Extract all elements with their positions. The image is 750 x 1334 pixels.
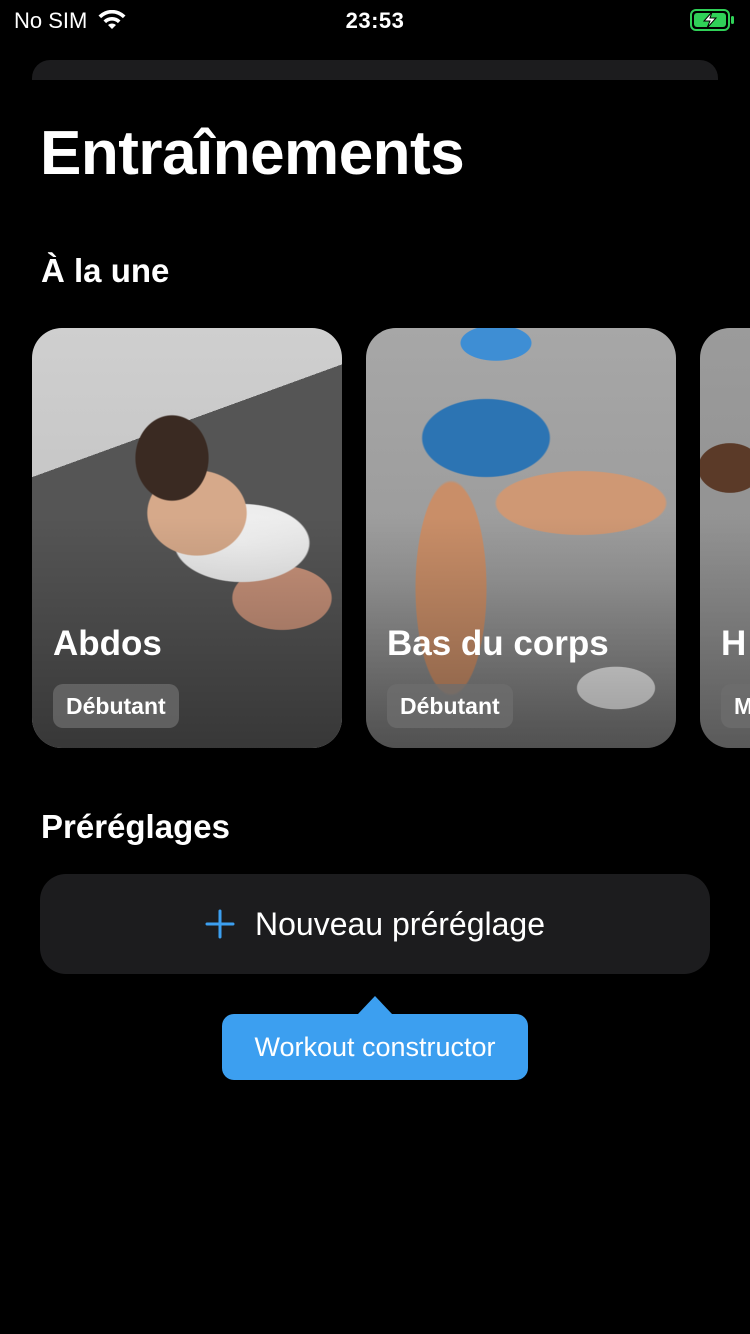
- featured-carousel[interactable]: Abdos Débutant Bas du corps Débutant H M: [0, 328, 750, 748]
- workout-card-lower-body[interactable]: Bas du corps Débutant: [366, 328, 676, 748]
- status-bar: No SIM 23:53: [0, 0, 750, 40]
- plus-icon: [205, 909, 235, 939]
- sheet-top-edge: [32, 60, 718, 80]
- level-badge: Débutant: [53, 684, 179, 728]
- workout-constructor-tooltip[interactable]: Workout constructor: [222, 1014, 528, 1080]
- featured-section-title: À la une: [41, 252, 170, 289]
- workout-card-abs[interactable]: Abdos Débutant: [32, 328, 342, 748]
- level-badge: M: [721, 684, 750, 728]
- new-preset-button[interactable]: Nouveau préréglage: [40, 874, 710, 974]
- workout-card-title: Bas du corps: [387, 624, 609, 663]
- new-preset-label: Nouveau préréglage: [255, 905, 545, 942]
- page-title: Entraînements: [40, 119, 465, 188]
- workout-card-title: H: [721, 624, 747, 663]
- level-badge: Débutant: [387, 684, 513, 728]
- status-time: 23:53: [345, 8, 405, 33]
- workout-card-third[interactable]: H M: [700, 328, 750, 748]
- workout-card-title: Abdos: [53, 624, 162, 663]
- presets-section-title: Préréglages: [41, 808, 230, 845]
- tooltip-arrow: [358, 996, 392, 1014]
- battery-charging-icon: [690, 9, 734, 31]
- tooltip-label: Workout constructor: [254, 1032, 496, 1062]
